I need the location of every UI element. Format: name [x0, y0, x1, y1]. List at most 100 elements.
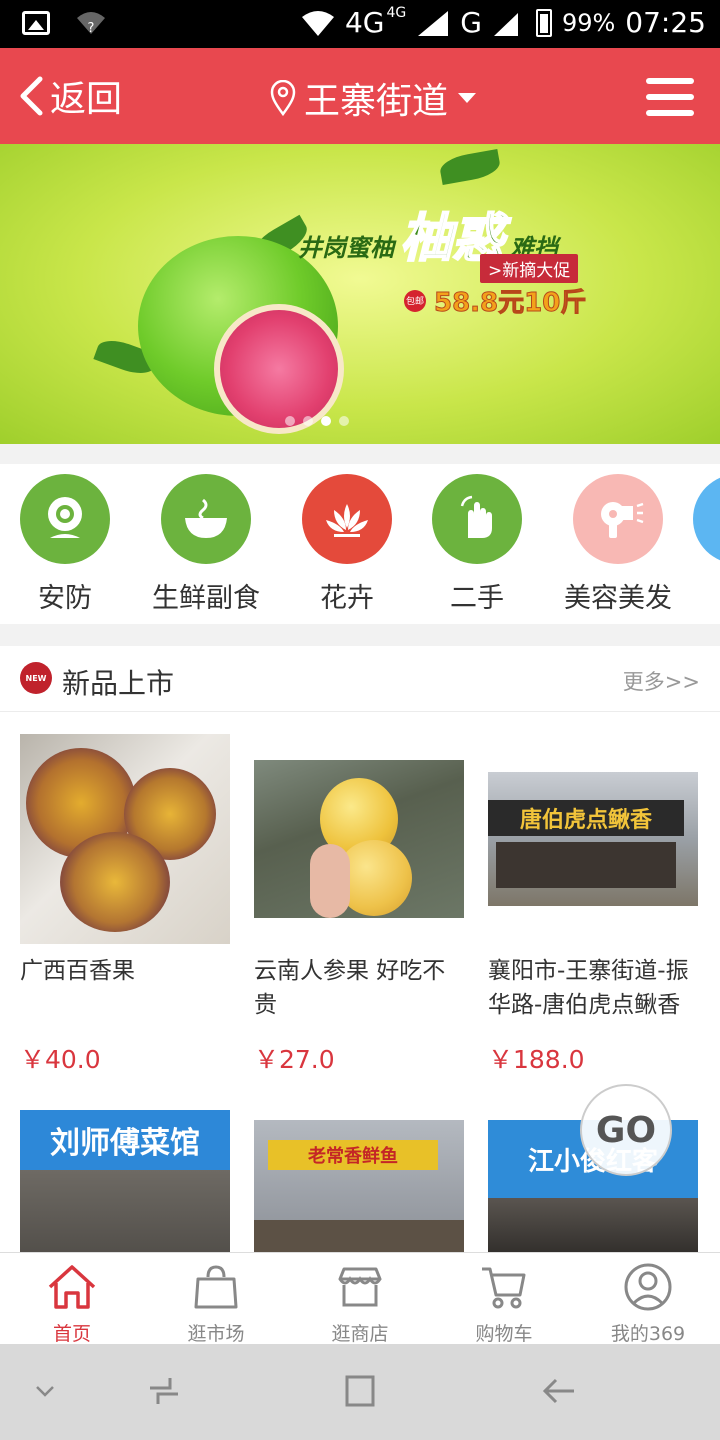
svg-text:?: ? [88, 21, 95, 36]
location-selector[interactable]: 王寨街道 [270, 72, 477, 124]
category-security[interactable]: 安防 [0, 474, 135, 615]
hairdryer-icon [573, 474, 663, 564]
category-label: 花卉 [320, 583, 374, 614]
wifi-icon [301, 10, 334, 36]
network-type-2: G [460, 6, 482, 39]
lotus-icon [302, 474, 392, 564]
product-card[interactable]: 云南人参果 好吃不贵 ￥27.0 [254, 734, 466, 1076]
category-icon [693, 474, 720, 564]
chevron-down-icon[interactable] [34, 1380, 56, 1402]
menu-line [646, 110, 694, 116]
product-image-shop: 唐伯虎点鳅香 [488, 734, 698, 944]
new-badge-icon: NEW [20, 662, 52, 694]
tab-profile[interactable]: 我的369 [576, 1253, 720, 1345]
cart-icon [482, 1267, 526, 1309]
section-header: NEW 新品上市 更多>> [0, 646, 720, 712]
tab-cart[interactable]: 购物车 [432, 1253, 576, 1345]
network-type-small: 4G [386, 4, 407, 21]
bowl-icon [161, 474, 251, 564]
more-link[interactable]: 更多>> [623, 666, 700, 696]
pomelo-pulp-image [214, 304, 344, 434]
badge-icon: 包邮 [404, 289, 426, 312]
shop-sign: 老常香鲜鱼 [268, 1140, 438, 1170]
store-icon [338, 1267, 382, 1307]
slogan-prefix: 井岗蜜柚 [298, 234, 394, 262]
category-label: 安防 [38, 583, 92, 614]
carousel-dot[interactable] [285, 416, 295, 426]
back-button[interactable]: 返回 [18, 70, 122, 122]
menu-button[interactable] [646, 78, 694, 116]
product-price: ￥40.0 [20, 1045, 101, 1074]
category-beauty[interactable]: 美容美发 [548, 474, 688, 615]
category-second-hand[interactable]: 二手 [407, 474, 547, 615]
product-image-pepino [254, 734, 464, 944]
recent-apps-icon[interactable] [148, 1374, 180, 1408]
product-image-passion-fruit [20, 734, 230, 944]
shop-sign: 刘师傅菜馆 [20, 1110, 230, 1170]
product-price: ￥27.0 [254, 1045, 335, 1074]
category-label: 美容美发 [564, 583, 672, 614]
signal-icon-2 [493, 12, 518, 36]
carousel-dot[interactable] [303, 416, 313, 426]
category-label: 二手 [450, 583, 504, 614]
product-image-shop: 老常香鲜鱼 [254, 1120, 464, 1252]
caret-down-icon [458, 93, 477, 103]
category-label: 生鲜副食 [152, 583, 260, 614]
bottom-tab-bar: 首页 逛市场 逛商店 购物车 我的369 [0, 1252, 720, 1345]
carousel-dot[interactable] [339, 416, 349, 426]
tab-label: 逛商店 [331, 1323, 389, 1345]
product-card[interactable]: 刘师傅菜馆 [20, 1110, 232, 1252]
tab-home[interactable]: 首页 [0, 1253, 144, 1345]
home-icon [48, 1265, 96, 1309]
status-bar: ? 4G 4G G 99% 07:25 [0, 0, 720, 48]
menu-line [646, 78, 694, 84]
battery-level: 99% [561, 8, 616, 37]
tab-label: 购物车 [475, 1323, 533, 1345]
location-pin-icon [270, 80, 296, 116]
product-image-shop: 刘师傅菜馆 [20, 1110, 230, 1252]
menu-line [646, 94, 694, 100]
battery-icon [535, 8, 552, 37]
webcam-icon [20, 474, 110, 564]
product-name: 襄阳市-王寨街道-振华路-唐伯虎点鳅香 [488, 958, 689, 1018]
network-type: 4G [344, 6, 385, 39]
promo-banner[interactable]: 井岗蜜柚 柚惑 难挡 >新摘大促 包邮 58.8元10斤 [0, 144, 720, 444]
product-name: 广西百香果 [20, 958, 135, 984]
carousel-dot-active[interactable] [321, 416, 331, 426]
tab-label: 逛市场 [187, 1323, 245, 1345]
wifi-question-icon: ? [77, 12, 105, 36]
clock: 07:25 [625, 6, 706, 39]
location-label: 王寨街道 [304, 81, 449, 122]
promo-tag: >新摘大促 [480, 254, 579, 283]
back-label: 返回 [50, 79, 123, 120]
profile-icon [624, 1263, 672, 1311]
section-title: 新品上市 [62, 667, 175, 700]
bag-icon [194, 1265, 238, 1309]
signal-icon [418, 10, 449, 36]
tab-market[interactable]: 逛市场 [144, 1253, 288, 1345]
product-price: ￥188.0 [488, 1045, 585, 1074]
banner-price-text: 58.8元10斤 [433, 288, 587, 319]
product-card[interactable]: 老常香鲜鱼 [254, 1120, 466, 1252]
category-partial[interactable] [668, 474, 720, 564]
category-fresh-food[interactable]: 生鲜副食 [136, 474, 276, 615]
image-notification-icon [22, 11, 50, 35]
leaf-decoration [438, 148, 502, 186]
carousel-dots [285, 416, 349, 426]
back-arrow-icon[interactable] [542, 1374, 576, 1408]
tab-label: 首页 [52, 1323, 91, 1345]
product-card[interactable]: 唐伯虎点鳅香 襄阳市-王寨街道-振华路-唐伯虎点鳅香 ￥188.0 [488, 734, 700, 1076]
category-flowers[interactable]: 花卉 [277, 474, 417, 615]
chevron-left-icon [20, 76, 43, 116]
go-button[interactable]: GO [580, 1084, 672, 1176]
product-card[interactable]: 广西百香果 ￥40.0 [20, 734, 232, 1076]
tab-label: 我的369 [610, 1323, 686, 1345]
home-square-icon[interactable] [344, 1374, 376, 1408]
banner-price: 包邮 58.8元10斤 [404, 282, 587, 319]
system-nav-bar [0, 1344, 720, 1440]
tab-stores[interactable]: 逛商店 [288, 1253, 432, 1345]
product-name: 云南人参果 好吃不贵 [254, 958, 446, 1018]
app-header: 返回 王寨街道 [0, 48, 720, 144]
category-row: 安防 生鲜副食 花卉 二手 美容美发 [0, 464, 720, 624]
hand-icon [432, 474, 522, 564]
